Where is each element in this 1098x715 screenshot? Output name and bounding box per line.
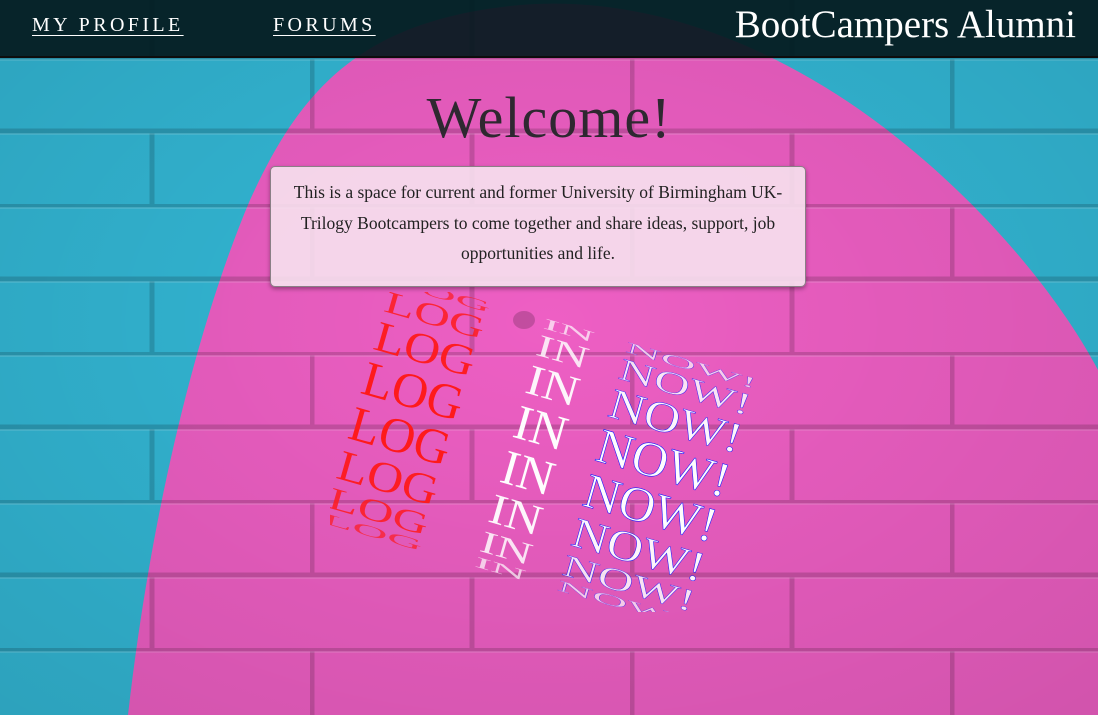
top-nav-bar: MY PROFILE FORUMS BootCampers Alumni bbox=[0, 0, 1098, 58]
login-cta-graphic: LOGINNOW!LOGIN NOW!LOG IN NOW!LOG IN NOW!LOG I… bbox=[330, 292, 759, 612]
page-title: Welcome! bbox=[426, 85, 672, 150]
login-now-button[interactable]: LOG IN NOW! LOG IN NOW! LOG IN NOW! LOG IN NOW! LOG I… bbox=[330, 292, 760, 612]
intro-card: This is a space for current and former U… bbox=[270, 166, 806, 287]
brand-title: BootCampers Alumni bbox=[734, 3, 1076, 46]
nav-forums-link[interactable]: FORUMS bbox=[273, 14, 376, 37]
intro-text: This is a space for current and former U… bbox=[293, 182, 783, 263]
nav-my-profile-link[interactable]: MY PROFILE bbox=[32, 14, 184, 37]
